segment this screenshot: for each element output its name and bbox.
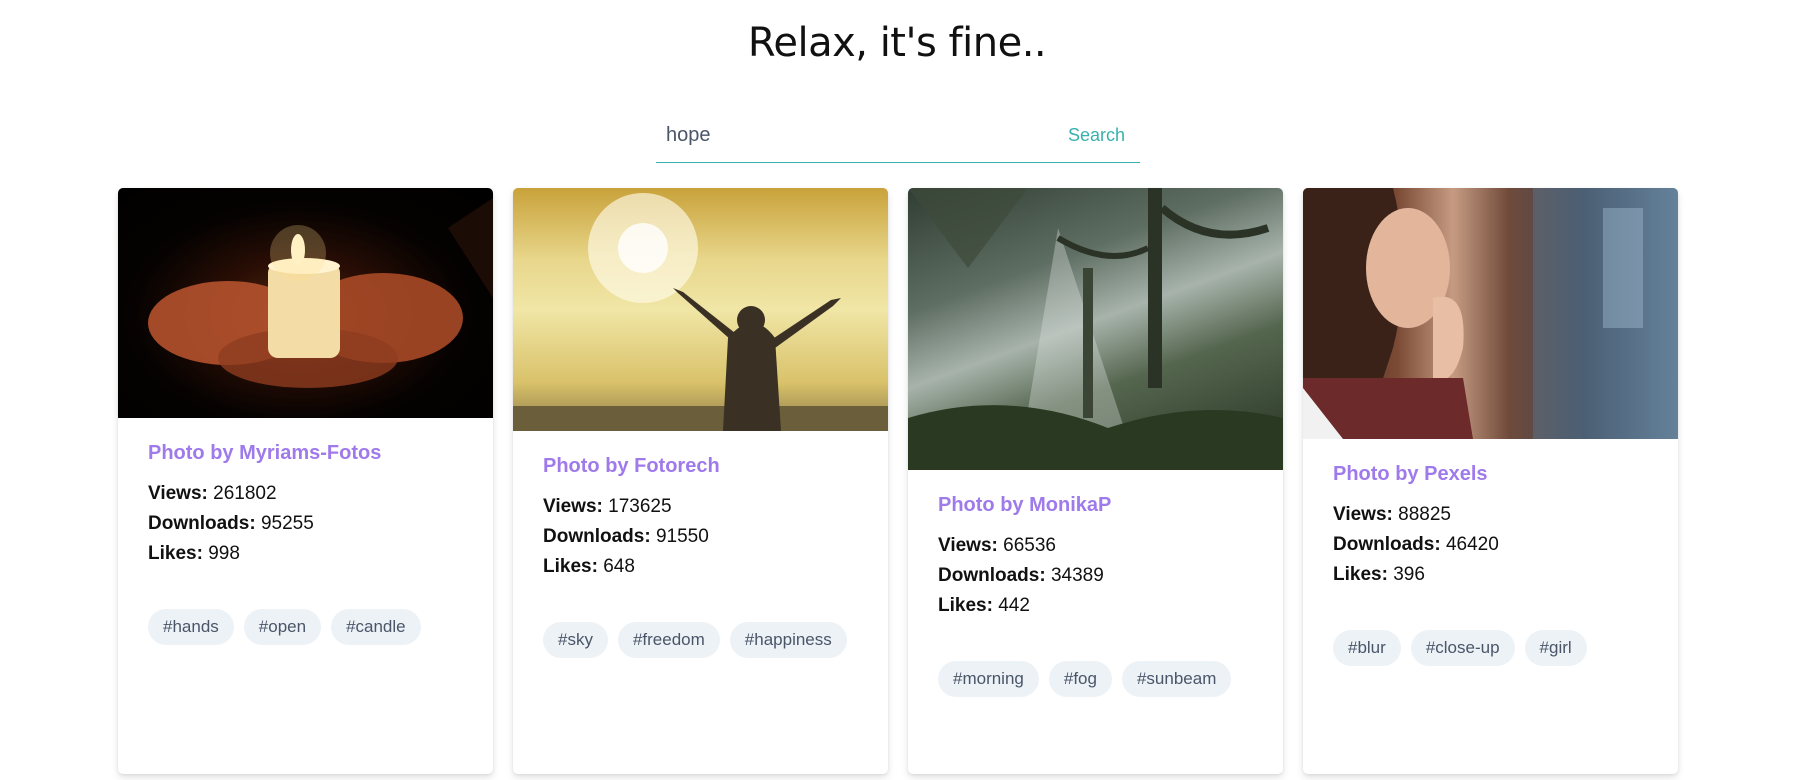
views-stat: Views: 88825 (1333, 500, 1648, 530)
tag-girl[interactable]: #girl (1524, 630, 1587, 666)
tag-sky[interactable]: #sky (543, 622, 608, 658)
forest-photo (908, 188, 1283, 470)
likes-value: 442 (998, 595, 1030, 616)
tag-list: #sky #freedom #happiness (513, 582, 888, 658)
downloads-label: Downloads: (1333, 534, 1441, 555)
page-title: Relax, it's fine.. (747, 20, 1047, 66)
card-author[interactable]: Photo by Pexels (1333, 463, 1648, 486)
downloads-label: Downloads: (543, 526, 651, 547)
search-input[interactable] (656, 115, 1053, 155)
tag-open[interactable]: #open (243, 609, 322, 645)
downloads-stat: Downloads: 91550 (543, 522, 858, 552)
tag-blur[interactable]: #blur (1333, 630, 1401, 666)
likes-value: 396 (1393, 564, 1425, 585)
image-card: Photo by Pexels Views: 88825 Downloads: … (1303, 188, 1678, 774)
tag-list: #blur #close-up #girl (1303, 590, 1678, 666)
tag-freedom[interactable]: #freedom (617, 622, 720, 658)
tag-close-up[interactable]: #close-up (1410, 630, 1515, 666)
card-image[interactable] (908, 188, 1283, 470)
tag-list: #hands #open #candle (118, 569, 493, 645)
image-card: Photo by Myriams-Fotos Views: 261802 Dow… (118, 188, 493, 774)
tag-morning[interactable]: #morning (938, 661, 1039, 697)
downloads-label: Downloads: (148, 513, 256, 534)
girl-photo (1303, 188, 1678, 439)
candle-photo (148, 198, 493, 388)
likes-stat: Likes: 648 (543, 552, 858, 582)
tag-sunbeam[interactable]: #sunbeam (1121, 661, 1232, 697)
image-card: Photo by MonikaP Views: 66536 Downloads:… (908, 188, 1283, 774)
search-button[interactable]: Search (1053, 125, 1140, 146)
card-image[interactable] (1303, 188, 1678, 439)
views-label: Views: (148, 483, 208, 504)
downloads-stat: Downloads: 34389 (938, 561, 1253, 591)
card-image[interactable] (118, 188, 493, 418)
tag-fog[interactable]: #fog (1048, 661, 1112, 697)
likes-label: Likes: (1333, 564, 1388, 585)
likes-label: Likes: (543, 556, 598, 577)
views-value: 66536 (1003, 535, 1056, 556)
image-card: Photo by Fotorech Views: 173625 Download… (513, 188, 888, 774)
views-label: Views: (1333, 504, 1393, 525)
views-value: 88825 (1398, 504, 1451, 525)
tag-happiness[interactable]: #happiness (729, 622, 847, 658)
likes-stat: Likes: 998 (148, 539, 463, 569)
views-label: Views: (543, 496, 603, 517)
tag-hands[interactable]: #hands (148, 609, 234, 645)
downloads-stat: Downloads: 46420 (1333, 530, 1648, 560)
likes-label: Likes: (938, 595, 993, 616)
downloads-value: 34389 (1050, 565, 1104, 586)
downloads-stat: Downloads: 95255 (148, 509, 463, 539)
views-stat: Views: 66536 (938, 531, 1253, 561)
views-stat: Views: 261802 (148, 479, 463, 509)
tag-list: #morning #fog #sunbeam (908, 621, 1283, 697)
likes-stat: Likes: 396 (1333, 560, 1648, 590)
likes-label: Likes: (148, 543, 203, 564)
downloads-value: 95255 (260, 513, 314, 534)
downloads-value: 91550 (655, 526, 709, 547)
downloads-value: 46420 (1445, 534, 1499, 555)
search-form: Search (656, 108, 1140, 163)
views-value: 261802 (213, 483, 277, 504)
views-stat: Views: 173625 (543, 492, 858, 522)
card-author[interactable]: Photo by Myriams-Fotos (148, 442, 463, 465)
likes-value: 648 (603, 556, 635, 577)
card-author[interactable]: Photo by MonikaP (938, 494, 1253, 517)
card-author[interactable]: Photo by Fotorech (543, 455, 858, 478)
sky-photo (513, 193, 888, 431)
likes-value: 998 (208, 543, 240, 564)
tag-candle[interactable]: #candle (331, 609, 421, 645)
views-value: 173625 (608, 496, 672, 517)
downloads-label: Downloads: (938, 565, 1046, 586)
likes-stat: Likes: 442 (938, 591, 1253, 621)
card-image[interactable] (513, 188, 888, 431)
views-label: Views: (938, 535, 998, 556)
